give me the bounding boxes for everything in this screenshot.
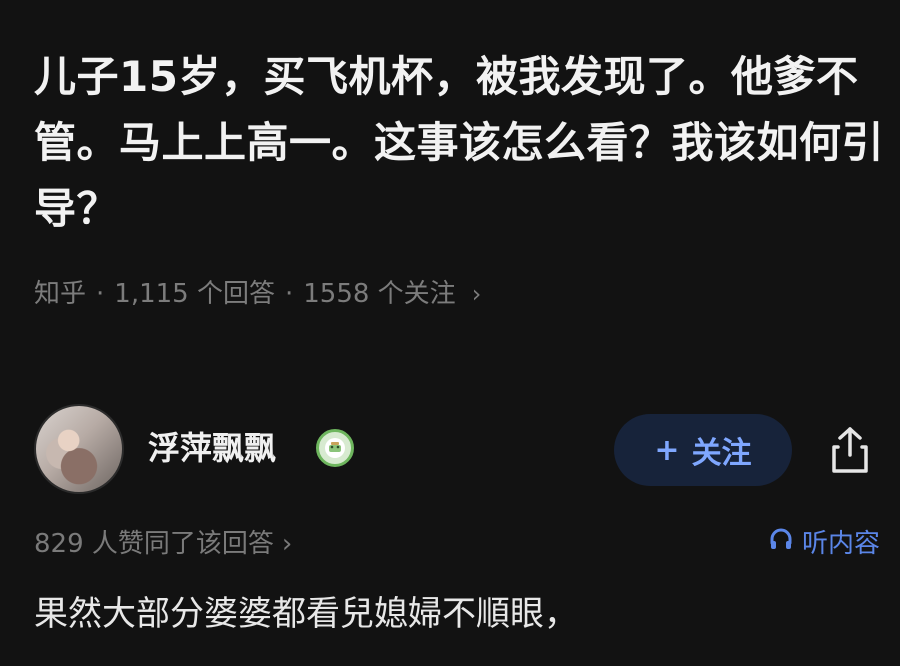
follow-button[interactable]: + 关注 [614, 414, 792, 486]
question-meta: 知乎 · 1,115 个回答 · 1558 个关注 › [34, 270, 481, 318]
likes-label: 829 人赞同了该回答 [34, 529, 274, 559]
source-label[interactable]: 知乎 [34, 270, 86, 318]
avatar[interactable] [34, 404, 124, 494]
follow-label: 关注 [691, 436, 752, 471]
chevron-right-icon[interactable]: › [472, 270, 482, 318]
plus-icon: + [654, 432, 680, 468]
meta-separator: · [284, 279, 294, 309]
author-name[interactable]: 浮萍飘飘 [148, 424, 276, 472]
answer-count[interactable]: 1,115 个回答 [114, 270, 275, 318]
badge-icon [316, 429, 354, 467]
listen-label: 听内容 [801, 529, 880, 559]
answer-text[interactable]: 果然大部分婆婆都看兒媳婦不順眼， [34, 584, 884, 644]
share-icon[interactable] [822, 420, 878, 480]
likes-count[interactable]: 829 人赞同了该回答 › [34, 520, 292, 568]
listen-button[interactable]: 听内容 [768, 520, 880, 568]
headphones-icon [768, 520, 794, 568]
question-title[interactable]: 儿子15岁，买飞机杯，被我发现了。他爹不管。马上上高一。这事该怎么看？我该如何引… [34, 44, 884, 242]
meta-separator: · [96, 279, 105, 309]
author-row: 浮萍飘飘 + 关注 [34, 404, 884, 496]
chevron-right-icon: › [281, 529, 293, 559]
follow-count[interactable]: 1558 个关注 [303, 270, 455, 318]
stats-row: 829 人赞同了该回答 › 听内容 [34, 520, 880, 568]
